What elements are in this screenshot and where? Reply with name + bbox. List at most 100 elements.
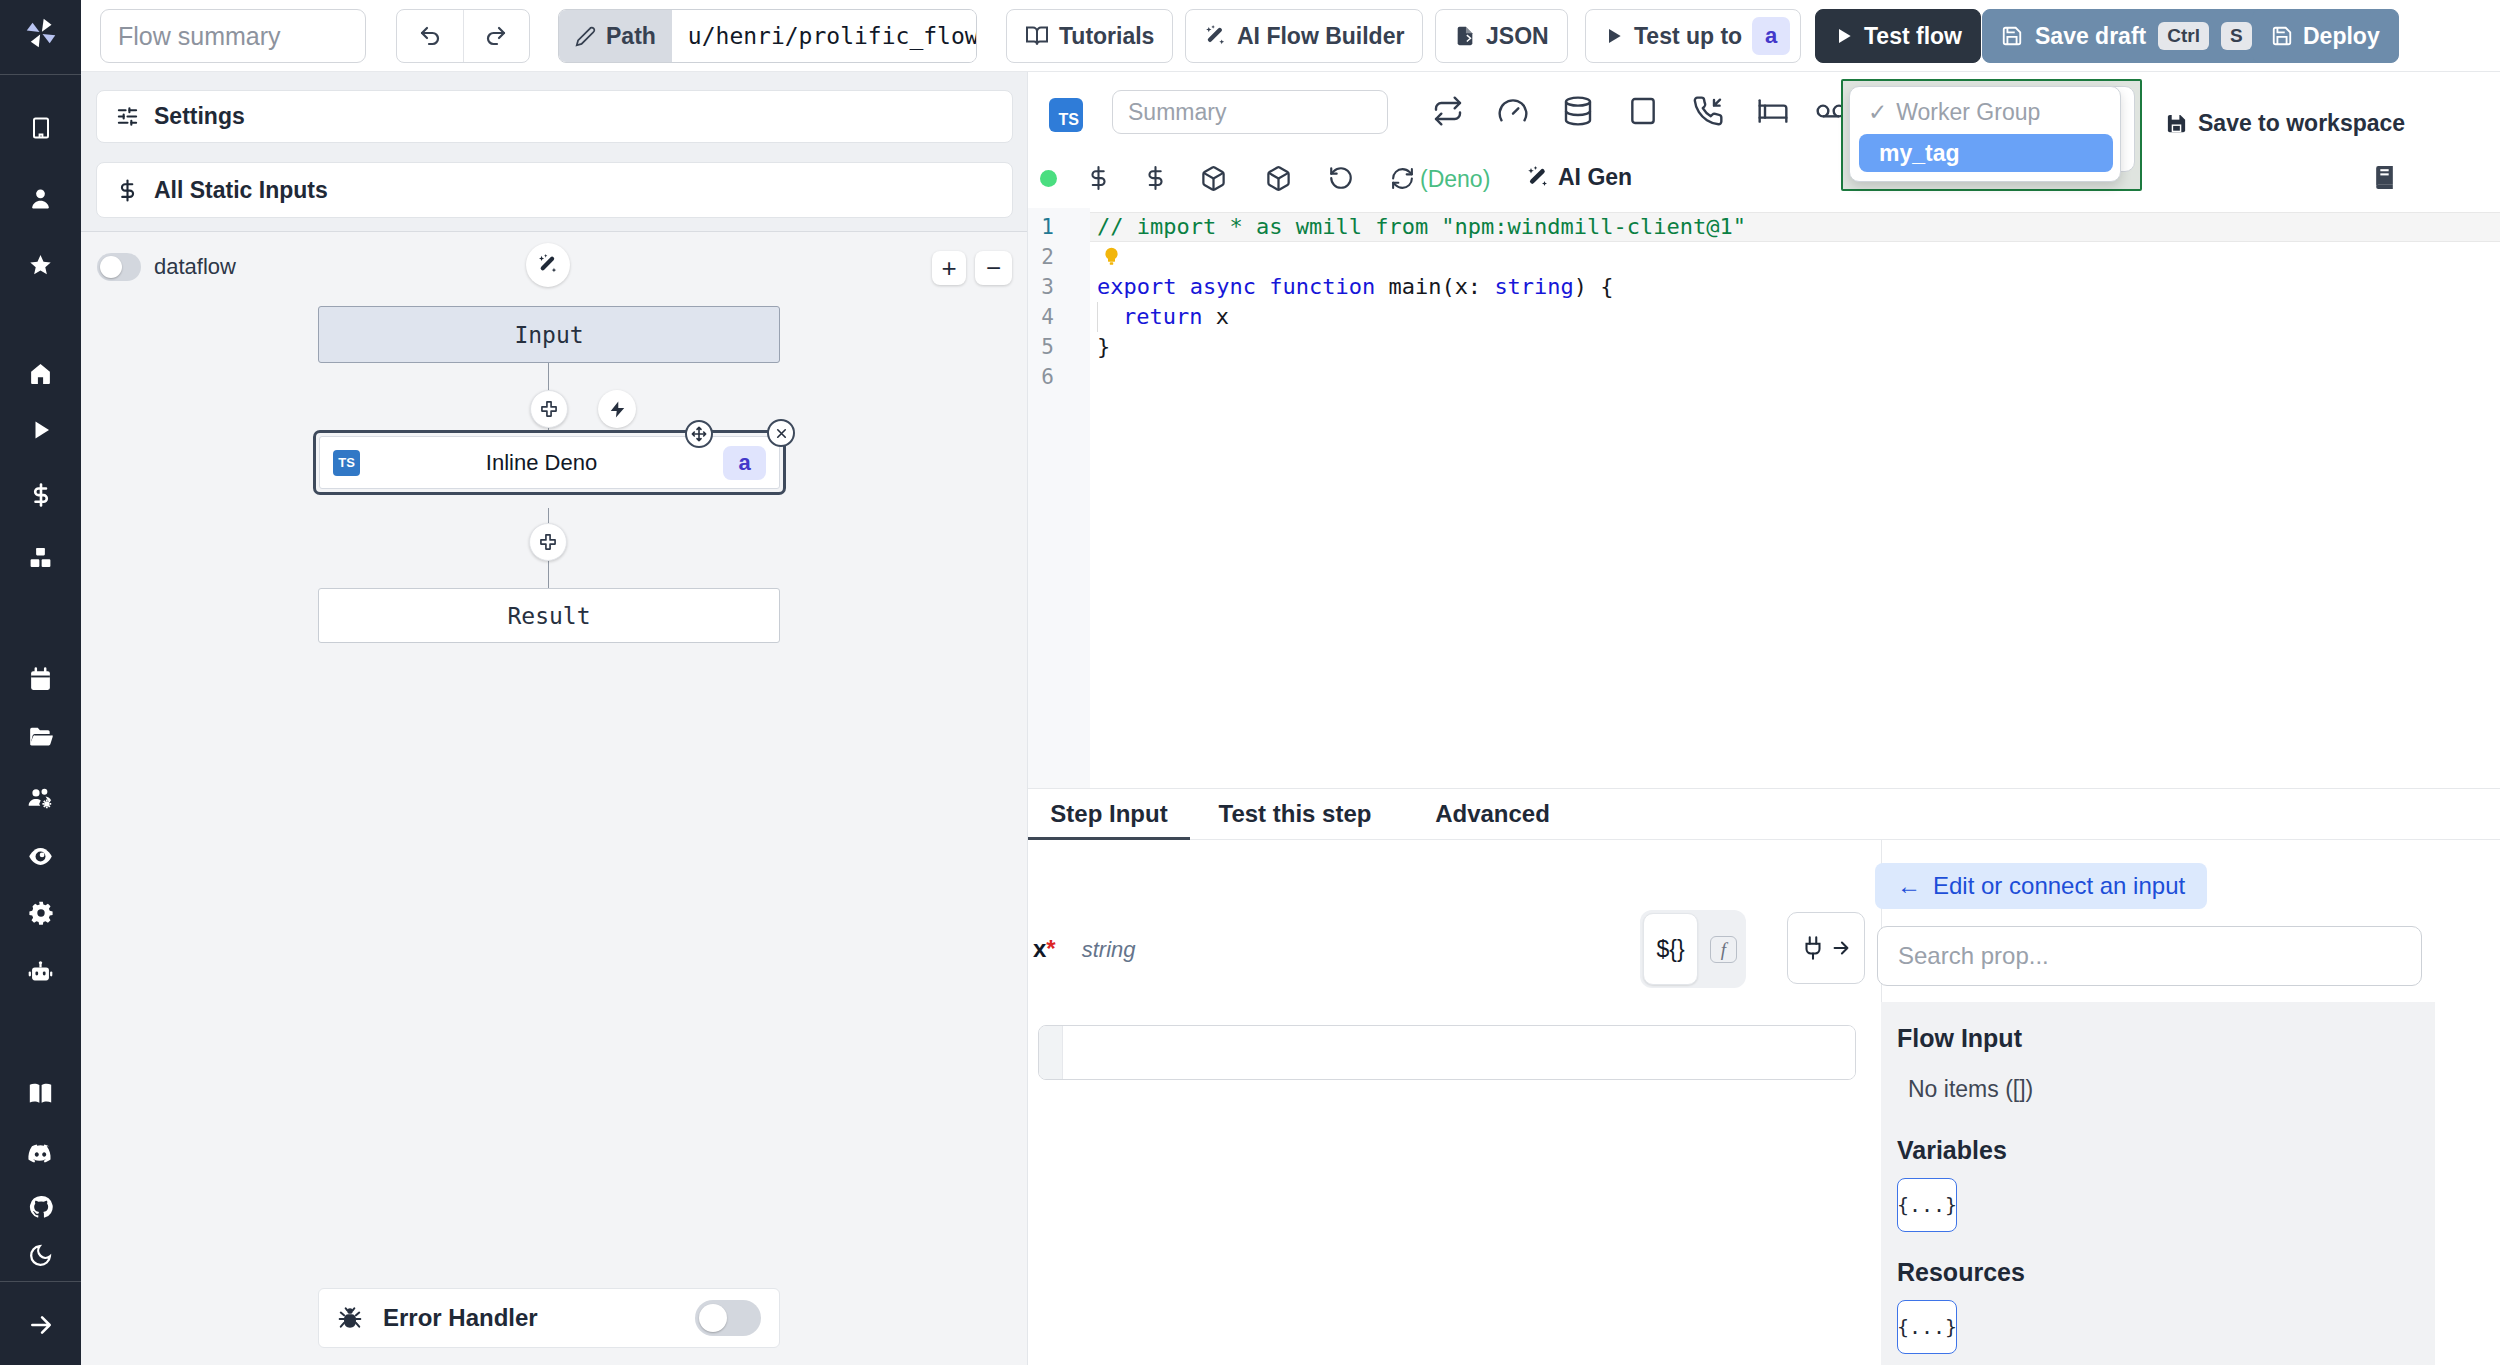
dataflow-label: dataflow (154, 254, 236, 280)
line-number: 5 (1028, 332, 1054, 362)
error-handler-row[interactable]: Error Handler (318, 1288, 780, 1348)
step-id-badge: a (723, 446, 766, 480)
resources-boxes-icon[interactable] (0, 546, 81, 571)
field-value-input[interactable] (1038, 1025, 1856, 1080)
typescript-badge: TS (1049, 98, 1083, 132)
error-handler-label: Error Handler (383, 1304, 538, 1332)
x-value-input[interactable] (1063, 1026, 1855, 1079)
edit-or-connect-button[interactable]: ← Edit or connect an input (1875, 863, 2207, 909)
settings-gear-icon[interactable] (0, 900, 81, 926)
step-summary-input[interactable] (1112, 90, 1388, 134)
dark-mode-moon-icon[interactable] (0, 1243, 81, 1268)
variables-dollar-icon[interactable] (0, 483, 81, 507)
editor-header: TS (Deno) AI Gen (1028, 72, 2500, 208)
edge (548, 508, 550, 524)
early-stop-gauge-icon[interactable] (1497, 95, 1529, 127)
lightbulb-icon[interactable] (1101, 246, 1122, 267)
no-items-text: No items ([]) (1908, 1076, 2033, 1103)
worker-group-option[interactable]: ✓Worker Group (1868, 99, 2040, 126)
error-handler-toggle[interactable] (695, 1300, 761, 1336)
kbd-s: S (2221, 22, 2252, 50)
home-icon[interactable] (0, 361, 81, 386)
worker-group-dropdown[interactable]: ✓Worker Group my_tag (1841, 79, 2142, 191)
tab-step-input[interactable]: Step Input (1028, 789, 1190, 839)
ai-flow-builder-button[interactable]: AI Flow Builder (1185, 9, 1423, 63)
code-line-3: export async function main(x: string) { (1097, 272, 1614, 302)
deploy-button[interactable]: Deploy (2252, 9, 2399, 63)
dataflow-toggle[interactable] (97, 253, 141, 281)
worker-group-selected-option[interactable]: my_tag (1859, 134, 2113, 172)
redo-button[interactable] (464, 10, 530, 62)
delete-step-button[interactable] (767, 419, 795, 447)
library-book-icon[interactable] (2372, 165, 2397, 190)
move-step-button[interactable] (685, 420, 713, 448)
schedules-calendar-icon[interactable] (0, 667, 81, 692)
flow-editor-panel: Settings All Static Inputs dataflow + − … (81, 72, 1027, 1365)
add-step-button[interactable] (530, 390, 568, 428)
path-value[interactable]: u/henri/prolific_flow (672, 10, 977, 62)
flow-summary-input[interactable] (100, 9, 366, 63)
inline-deno-node[interactable]: TS Inline Deno a (313, 430, 786, 495)
runs-play-icon[interactable] (0, 418, 81, 442)
status-dot (1040, 170, 1057, 187)
retries-repeat-icon[interactable] (1432, 95, 1464, 127)
add-step-button[interactable] (529, 523, 567, 561)
box-icon[interactable] (1200, 165, 1227, 192)
input-node[interactable]: Input (318, 306, 780, 363)
suspend-phone-icon[interactable] (1692, 95, 1724, 127)
star-icon[interactable] (0, 253, 81, 278)
variables-heading: Variables (1897, 1136, 2007, 1165)
concurrency-square-icon[interactable] (1627, 95, 1659, 127)
tab-test-this-step[interactable]: Test this step (1205, 789, 1385, 839)
sleep-bed-icon[interactable] (1757, 95, 1789, 127)
tab-advanced[interactable]: Advanced (1420, 789, 1565, 839)
zoom-out-button[interactable]: − (975, 251, 1012, 285)
result-node[interactable]: Result (318, 588, 780, 643)
template-mode-button[interactable]: ${} (1643, 913, 1698, 985)
step-inputs-dollar-icon[interactable] (1143, 164, 1168, 192)
refresh-icon[interactable] (1390, 166, 1415, 191)
undo-button[interactable] (397, 10, 464, 62)
workers-robot-icon[interactable] (0, 959, 81, 986)
field-type: string (1082, 937, 1136, 963)
bug-icon (337, 1305, 363, 1331)
windmill-logo[interactable] (0, 15, 81, 51)
resources-braces-button[interactable]: {...} (1897, 1300, 1957, 1354)
ai-builder-wand-button[interactable] (526, 243, 570, 287)
docs-book-icon[interactable] (0, 1080, 81, 1107)
tutorials-button[interactable]: Tutorials (1006, 9, 1173, 63)
test-flow-button[interactable]: Test flow (1815, 9, 1981, 63)
trigger-bolt-button[interactable] (598, 390, 636, 428)
variables-braces-button[interactable]: {...} (1897, 1178, 1957, 1232)
settings-row[interactable]: Settings (96, 90, 1013, 143)
audit-eye-icon[interactable] (0, 843, 81, 870)
discord-icon[interactable] (0, 1140, 81, 1167)
zoom-in-button[interactable]: + (932, 251, 966, 285)
test-up-to-button[interactable]: Test up to a (1585, 9, 1801, 63)
box-icon[interactable] (1265, 165, 1292, 192)
save-to-workspace-button[interactable]: Save to workspace (2165, 110, 2405, 137)
path-group[interactable]: Path u/henri/prolific_flow (558, 9, 977, 63)
runtime-label: (Deno) (1420, 166, 1490, 193)
json-button[interactable]: JSON (1435, 9, 1568, 63)
function-mode-button[interactable]: f (1710, 936, 1737, 963)
dollar-icon (116, 179, 139, 202)
step-input-form: x* string ${} f (1028, 840, 1881, 1365)
user-icon[interactable] (0, 186, 81, 211)
save-icon (2271, 25, 2293, 47)
static-inputs-dollar-icon[interactable] (1086, 164, 1111, 192)
ai-gen-button[interactable]: AI Gen (1526, 164, 1632, 191)
search-prop-input[interactable] (1877, 926, 2422, 986)
expand-arrow-icon[interactable] (0, 1312, 81, 1338)
github-icon[interactable] (0, 1194, 81, 1220)
code-editor[interactable]: 1 2 3 4 5 6 // import * as wmill from "n… (1028, 208, 2500, 788)
cache-database-icon[interactable] (1562, 95, 1594, 127)
save-draft-button[interactable]: Save draft Ctrl S (1982, 9, 2271, 63)
folder-open-icon[interactable] (0, 724, 81, 750)
workspace-building-icon[interactable] (0, 116, 81, 140)
groups-users-gear-icon[interactable] (0, 785, 81, 812)
connect-input-button[interactable] (1787, 912, 1865, 984)
input-drag-strip (1039, 1026, 1063, 1079)
rotate-ccw-icon[interactable] (1328, 165, 1354, 191)
all-static-inputs-row[interactable]: All Static Inputs (96, 162, 1013, 218)
